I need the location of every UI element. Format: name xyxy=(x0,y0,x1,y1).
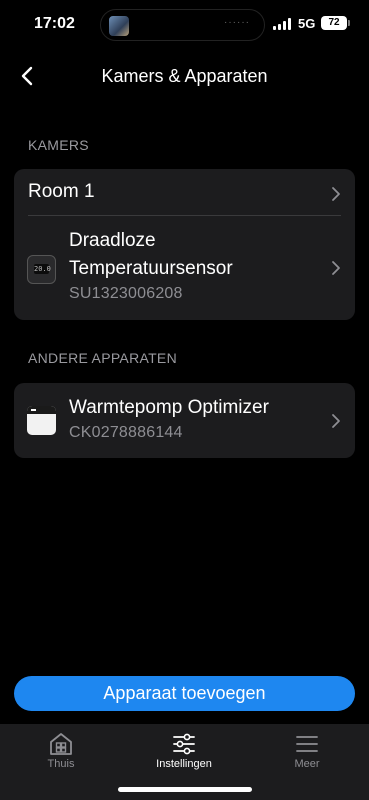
page-title: Kamers & Apparaten xyxy=(101,66,268,86)
device-name: Draadloze Temperatuursensor xyxy=(69,230,233,279)
signal-icon xyxy=(273,18,295,30)
device-info: Warmtepomp Optimizer CK0278886144 xyxy=(69,394,319,442)
activity-dots: ······ xyxy=(224,17,250,28)
room-card: Room 1 20.0 Draadloze Temperatuursensor … xyxy=(14,169,355,320)
tab-label: Thuis xyxy=(47,758,75,770)
tab-more[interactable]: Meer xyxy=(257,732,357,770)
chevron-right-icon xyxy=(332,261,340,275)
add-device-button[interactable]: Apparaat toevoegen xyxy=(14,676,355,711)
device-serial: SU1323006208 xyxy=(69,285,183,302)
media-thumbnail xyxy=(109,16,129,36)
device-info: Draadloze Temperatuursensor SU1323006208 xyxy=(69,227,319,303)
tab-home[interactable]: Thuis xyxy=(11,732,111,770)
home-indicator xyxy=(118,787,252,792)
battery-icon: 72 xyxy=(321,16,350,30)
tab-settings[interactable]: Instellingen xyxy=(134,732,234,770)
room-row[interactable]: Room 1 xyxy=(14,169,355,216)
device-row[interactable]: 20.0 Draadloze Temperatuursensor SU13230… xyxy=(14,216,355,320)
chevron-right-icon xyxy=(332,414,340,428)
chevron-right-icon xyxy=(332,187,340,201)
other-devices-card: Warmtepomp Optimizer CK0278886144 xyxy=(14,383,355,458)
device-serial: CK0278886144 xyxy=(69,424,183,441)
home-icon xyxy=(50,733,72,755)
tab-label: Instellingen xyxy=(156,758,212,770)
room-name: Room 1 xyxy=(28,181,95,202)
status-bar: 17:02 ······ 5G 72 xyxy=(0,0,369,50)
device-row[interactable]: Warmtepomp Optimizer CK0278886144 xyxy=(14,383,355,458)
section-label-other-devices: ANDERE APPARATEN xyxy=(28,350,177,366)
section-label-rooms: KAMERS xyxy=(28,137,89,153)
network-type: 5G xyxy=(298,16,316,31)
thermostat-icon: 20.0 xyxy=(27,255,56,284)
menu-icon xyxy=(296,736,318,752)
sliders-icon xyxy=(173,733,195,755)
device-name: Warmtepomp Optimizer xyxy=(69,397,269,418)
status-time: 17:02 xyxy=(34,15,75,32)
dynamic-island: ······ xyxy=(100,9,265,41)
page-header: Kamers & Apparaten xyxy=(0,56,369,96)
optimizer-device-icon xyxy=(27,406,56,435)
tab-label: Meer xyxy=(294,758,320,770)
